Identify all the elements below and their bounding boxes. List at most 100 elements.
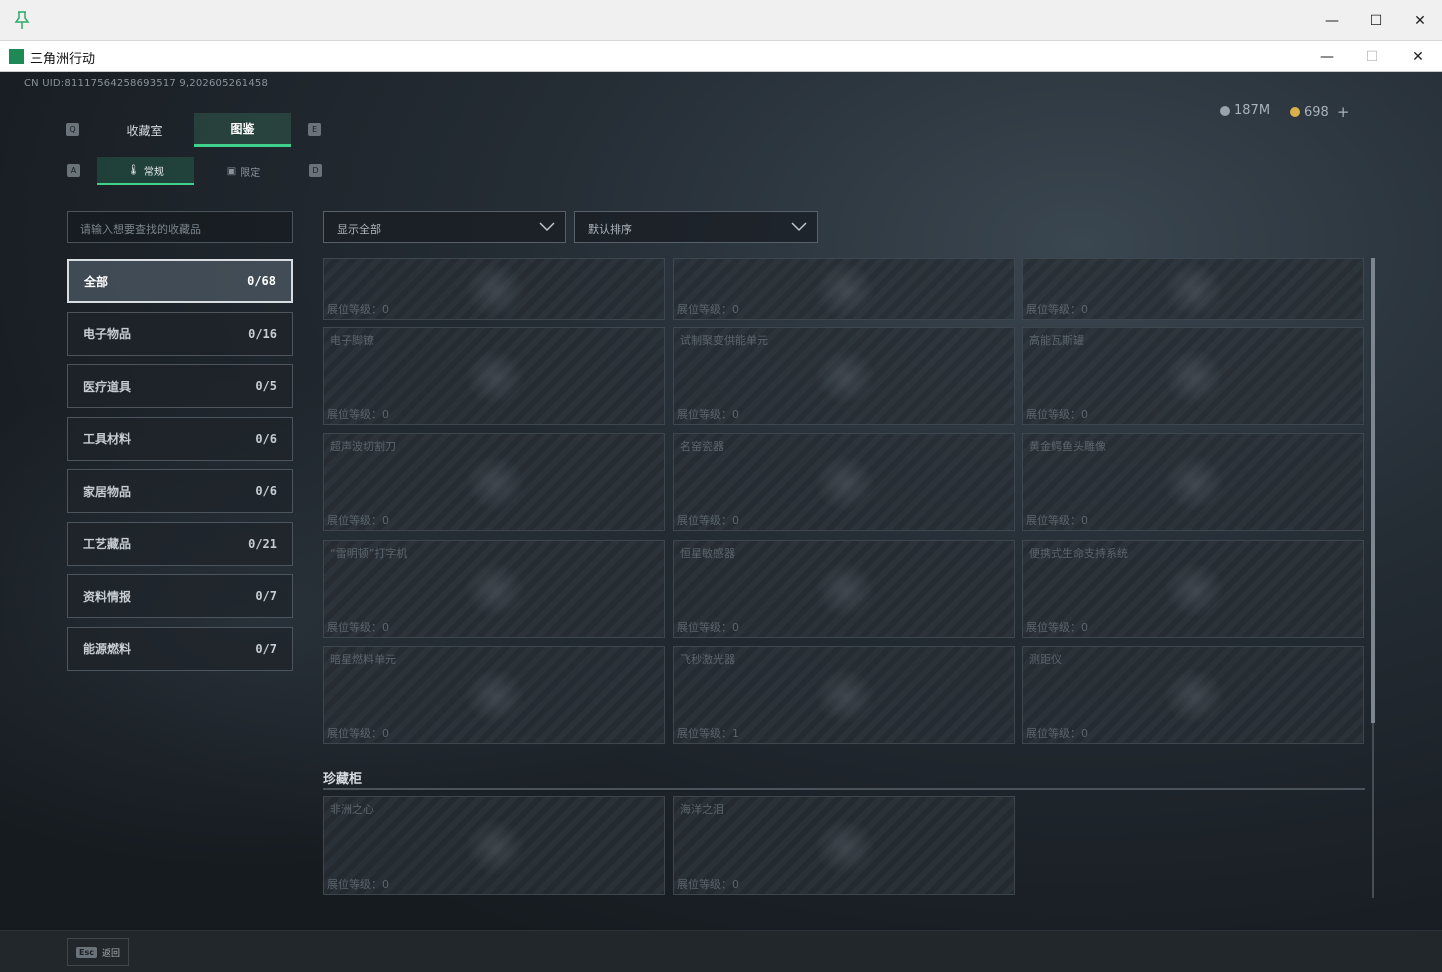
collection-card[interactable]: 测距仪 展位等级：0 bbox=[1022, 646, 1364, 744]
collection-card[interactable]: 黄金鳄鱼头雕像 展位等级：0 bbox=[1022, 433, 1364, 531]
item-name: 飞秒激光器 bbox=[680, 653, 735, 666]
collection-card[interactable]: 便携式生命支持系统 展位等级：0 bbox=[1022, 540, 1364, 638]
scrollbar-thumb[interactable] bbox=[1371, 258, 1375, 723]
game-area: CN UID:81117564258693517 9,202605261458 … bbox=[0, 72, 1442, 930]
item-level: 展位等级：0 bbox=[327, 727, 389, 740]
search-input[interactable]: 请输入想要查找的收藏品 bbox=[67, 211, 293, 243]
item-level: 展位等级：0 bbox=[327, 878, 389, 891]
subtab-prev-key[interactable]: A bbox=[67, 164, 80, 177]
outer-maximize-button[interactable]: ☐ bbox=[1354, 0, 1398, 41]
item-level: 展位等级：0 bbox=[1026, 514, 1088, 527]
tab-next-key[interactable]: E bbox=[308, 123, 321, 136]
collection-card[interactable]: 展位等级：0 bbox=[1022, 258, 1364, 320]
item-image bbox=[815, 668, 875, 724]
category-item[interactable]: 全部 0/68 bbox=[67, 259, 293, 303]
category-item[interactable]: 电子物品 0/16 bbox=[67, 311, 293, 356]
currency-coins: 187M bbox=[1220, 103, 1270, 118]
app-title: 三角洲行动 bbox=[30, 52, 96, 67]
item-image bbox=[815, 562, 875, 618]
treasure-section-title: 珍藏柜 bbox=[323, 772, 363, 787]
subtab-next-key[interactable]: D bbox=[309, 164, 322, 177]
item-name: 暗星燃料单元 bbox=[330, 653, 396, 666]
category-item[interactable]: 能源燃料 0/7 bbox=[67, 626, 293, 671]
back-label: 返回 bbox=[101, 948, 120, 959]
back-button[interactable]: Esc 返回 bbox=[67, 938, 129, 966]
category-item[interactable]: 家居物品 0/6 bbox=[67, 469, 293, 513]
minimize-button[interactable]: — bbox=[1305, 41, 1349, 72]
collection-card[interactable]: “雷明顿”打字机 展位等级：0 bbox=[323, 540, 665, 638]
item-level: 展位等级：0 bbox=[677, 303, 739, 316]
category-item[interactable]: 医疗道具 0/5 bbox=[67, 364, 293, 408]
category-item[interactable]: 工具材料 0/6 bbox=[67, 416, 293, 461]
currency-gold: 698 + bbox=[1290, 103, 1349, 121]
category-count: 0/21 bbox=[248, 536, 277, 551]
currency-gold-value: 698 bbox=[1304, 104, 1329, 120]
collection-card[interactable]: 展位等级：0 bbox=[673, 258, 1015, 320]
collection-card[interactable]: 高能瓦斯罐 展位等级：0 bbox=[1022, 327, 1364, 425]
gold-coin-icon bbox=[1290, 107, 1300, 117]
item-name: 海洋之泪 bbox=[680, 803, 724, 816]
item-level: 展位等级：0 bbox=[327, 408, 389, 421]
item-image bbox=[815, 262, 875, 318]
item-level: 展位等级：0 bbox=[677, 878, 739, 891]
item-image bbox=[465, 668, 525, 724]
category-count: 0/16 bbox=[248, 326, 277, 341]
currency-coins-value: 187M bbox=[1234, 103, 1271, 118]
thermometer-icon: 🌡 bbox=[127, 164, 140, 176]
pin-icon[interactable] bbox=[14, 11, 30, 29]
subtab-limited[interactable]: ▣ 限定 bbox=[195, 157, 292, 185]
close-button[interactable]: ✕ bbox=[1396, 41, 1440, 72]
collection-card[interactable]: 暗星燃料单元 展位等级：0 bbox=[323, 646, 665, 744]
category-count: 0/7 bbox=[255, 641, 277, 656]
category-label: 能源燃料 bbox=[83, 642, 132, 656]
tab-collection-room[interactable]: 收藏室 bbox=[96, 113, 193, 147]
item-image bbox=[1164, 455, 1224, 511]
chevron-down-icon bbox=[791, 222, 807, 232]
collection-card[interactable]: 非洲之心 展位等级：0 bbox=[323, 796, 665, 895]
tab-codex[interactable]: 图鉴 bbox=[194, 113, 291, 147]
outer-close-button[interactable]: ✕ bbox=[1398, 0, 1442, 41]
item-image bbox=[1164, 349, 1224, 405]
sort-dropdown[interactable]: 默认排序 bbox=[574, 211, 818, 243]
item-image bbox=[815, 455, 875, 511]
category-label: 全部 bbox=[84, 274, 109, 289]
collection-card[interactable]: 超声波切割刀 展位等级：0 bbox=[323, 433, 665, 531]
subtab-limited-label: 限定 bbox=[240, 167, 261, 179]
collection-card[interactable]: 海洋之泪展位等级：0 bbox=[673, 796, 1015, 895]
item-level: 展位等级：0 bbox=[327, 514, 389, 527]
player-uid: CN UID:81117564258693517 9,202605261458 bbox=[24, 78, 269, 89]
item-image bbox=[1164, 668, 1224, 724]
collection-card[interactable]: 电子脚镣 展位等级：0 bbox=[323, 327, 665, 425]
item-image bbox=[465, 349, 525, 405]
maximize-button[interactable]: ☐ bbox=[1350, 41, 1394, 72]
item-level: 展位等级：0 bbox=[1026, 408, 1088, 421]
category-count: 0/6 bbox=[255, 431, 277, 446]
collection-card[interactable]: 恒星敏感器 展位等级：0 bbox=[673, 540, 1015, 638]
subtab-normal[interactable]: 🌡 常规 bbox=[97, 157, 194, 185]
bottom-bar bbox=[0, 930, 1442, 972]
item-name: 超声波切割刀 bbox=[330, 440, 396, 453]
coin-icon bbox=[1220, 105, 1230, 116]
category-label: 工艺藏品 bbox=[83, 537, 132, 551]
tab-prev-key[interactable]: Q bbox=[66, 123, 79, 136]
sort-dropdown-label: 默认排序 bbox=[588, 223, 632, 236]
item-image bbox=[1164, 262, 1224, 318]
item-level: 展位等级：0 bbox=[677, 514, 739, 527]
collection-card[interactable]: 展位等级：0 bbox=[323, 258, 665, 320]
category-count: 0/68 bbox=[247, 274, 276, 288]
collection-card[interactable]: 名窑瓷器 展位等级：0 bbox=[673, 433, 1015, 531]
item-name: “雷明顿”打字机 bbox=[330, 547, 408, 560]
collection-card[interactable]: 试制聚变供能单元 展位等级：0 bbox=[673, 327, 1015, 425]
category-count: 0/6 bbox=[255, 484, 277, 498]
category-item[interactable]: 资料情报 0/7 bbox=[67, 574, 293, 618]
item-level: 展位等级：0 bbox=[677, 408, 739, 421]
filter-dropdown[interactable]: 显示全部 bbox=[323, 211, 566, 243]
category-item[interactable]: 工艺藏品 0/21 bbox=[67, 521, 293, 566]
outer-minimize-button[interactable]: — bbox=[1310, 0, 1354, 41]
app-titlebar: 三角洲行动 — ☐ ✕ bbox=[0, 41, 1442, 72]
item-level: 展位等级：0 bbox=[327, 303, 389, 316]
add-currency-button[interactable]: + bbox=[1337, 103, 1350, 121]
collection-card[interactable]: 飞秒激光器 展位等级：1 bbox=[673, 646, 1015, 744]
box-icon: ▣ bbox=[226, 165, 237, 177]
item-name: 黄金鳄鱼头雕像 bbox=[1029, 440, 1106, 453]
